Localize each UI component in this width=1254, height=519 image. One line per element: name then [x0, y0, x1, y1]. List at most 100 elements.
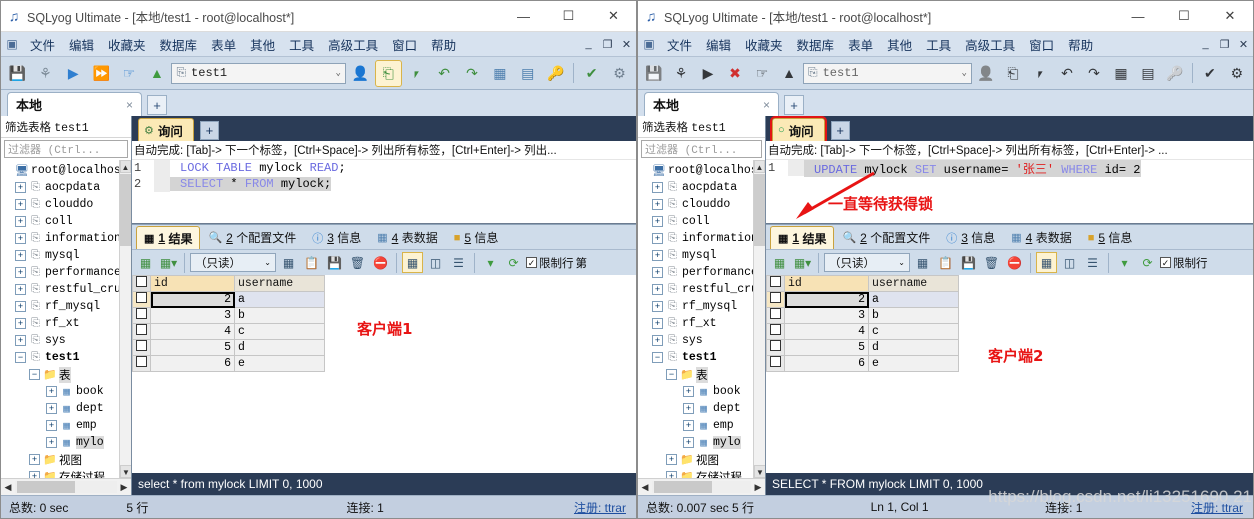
data-table[interactable]: id username 2 a 3 b 4 c 5 d 6 e	[132, 275, 325, 372]
expand-icon[interactable]: +	[683, 420, 694, 431]
expand-icon[interactable]: +	[652, 284, 663, 295]
cell-username[interactable]: e	[234, 355, 325, 372]
table-diagnostics-icon[interactable]: ▦	[486, 60, 513, 87]
menu-advanced-tools[interactable]: 高级工具	[321, 35, 385, 54]
collapse-icon[interactable]: −	[666, 369, 677, 380]
export-icon[interactable]: ▦	[135, 252, 156, 273]
cell-id[interactable]: 6	[150, 355, 235, 372]
expand-icon[interactable]: +	[15, 233, 26, 244]
scrollbar-thumb[interactable]	[120, 174, 131, 246]
row-checkbox[interactable]	[766, 291, 785, 308]
menu-database[interactable]: 数据库	[153, 35, 205, 54]
row-checkbox[interactable]	[766, 323, 785, 340]
filter-icon[interactable]: ▾	[1114, 252, 1135, 273]
connection-manager-icon[interactable]: 💾	[641, 60, 667, 87]
tree-node-db[interactable]: + ⎘ rf_xt	[1, 315, 131, 332]
table-row[interactable]: 4 c	[766, 323, 959, 340]
result-grid-left[interactable]: id username 2 a 3 b 4 c 5 d 6 e 客户端1	[132, 275, 636, 473]
tab-profile[interactable]: 🔍 2 个配置文件	[834, 226, 938, 249]
menu-window[interactable]: 窗口	[1022, 35, 1061, 54]
tree-node-db[interactable]: + ⎘ performance	[638, 264, 765, 281]
expand-icon[interactable]: +	[652, 335, 663, 346]
limit-rows-checkbox[interactable]: ✓ 限制行	[526, 255, 574, 271]
menu-edit[interactable]: 编辑	[699, 35, 738, 54]
menu-help[interactable]: 帮助	[424, 35, 463, 54]
menu-tools[interactable]: 工具	[282, 35, 321, 54]
sql-editor-left[interactable]: 自动完成: [Tab]-> 下一个标签，[Ctrl+Space]-> 列出所有标…	[132, 141, 636, 224]
sql-editor-right[interactable]: 自动完成: [Tab]-> 下一个标签，[Ctrl+Space]-> 列出所有标…	[766, 141, 1253, 224]
tree-node-folder-procedures[interactable]: + 📁 存储过程	[1, 468, 131, 478]
save-icon[interactable]: 💾	[324, 252, 345, 273]
execute-query-icon[interactable]: ▶	[60, 60, 87, 87]
scroll-down-icon[interactable]: ▼	[120, 465, 131, 478]
tab-message[interactable]: ■ 5 信息	[446, 226, 507, 249]
cancel-edit-icon[interactable]: ⛔	[1004, 252, 1025, 273]
scroll-left-icon[interactable]: ◀	[1, 482, 15, 493]
tree-vertical-scrollbar[interactable]: ▲ ▼	[753, 160, 765, 478]
insert-row-icon[interactable]: ▦	[278, 252, 299, 273]
cell-id[interactable]: 3	[150, 307, 235, 324]
expand-icon[interactable]: +	[46, 437, 57, 448]
column-header-username[interactable]: username	[234, 275, 325, 292]
backup-database-icon[interactable]: ↶	[431, 60, 458, 87]
tab-result[interactable]: ▦ 1 结果	[770, 226, 835, 249]
scrollbar-track[interactable]	[15, 481, 117, 493]
status-register-link[interactable]: 注册: ttrar	[1191, 499, 1253, 516]
tree-node-db[interactable]: + ⎘ mysql	[1, 247, 131, 264]
tree-node-db[interactable]: + ⎘ performance	[1, 264, 131, 281]
database-selector[interactable]: ⎘ test1 ⌄	[171, 62, 346, 84]
close-button[interactable]: ✕	[1207, 1, 1253, 32]
insert-row-icon[interactable]: ▦	[912, 252, 933, 273]
tree-node-db[interactable]: + ⎘ coll	[1, 213, 131, 230]
expand-icon[interactable]: +	[15, 318, 26, 329]
sync-data-icon[interactable]: ⚙	[1224, 60, 1250, 87]
scroll-down-icon[interactable]: ▼	[754, 465, 765, 478]
expand-icon[interactable]: +	[29, 454, 40, 465]
expand-icon[interactable]: +	[15, 199, 26, 210]
tree-node-db[interactable]: + ⎘ clouddo	[638, 196, 765, 213]
add-connection-button[interactable]: +	[784, 95, 804, 115]
form-view-icon[interactable]: ◫	[1059, 252, 1080, 273]
add-connection-button[interactable]: +	[147, 95, 167, 115]
sql-formatter-icon[interactable]: ✔	[1197, 60, 1223, 87]
tab-info[interactable]: ⓘ 3 信息	[304, 226, 369, 249]
status-register-link[interactable]: 注册: ttrar	[574, 499, 636, 516]
tree-vertical-scrollbar[interactable]: ▲ ▼	[119, 160, 131, 478]
tree-node-folder-tables[interactable]: − 📁 表	[638, 366, 765, 383]
expand-icon[interactable]: +	[15, 284, 26, 295]
menu-window[interactable]: 窗口	[385, 35, 424, 54]
text-view-icon[interactable]: ☰	[448, 252, 469, 273]
tree-node-folder-tables[interactable]: − 📁 表	[1, 366, 131, 383]
mdi-minimize-button[interactable]: _	[1196, 38, 1215, 51]
new-connection-icon[interactable]: ⚘	[668, 60, 694, 87]
limit-rows-checkbox[interactable]: ✓ 限制行	[1160, 255, 1208, 271]
grant-privileges-icon[interactable]: 🔑	[542, 60, 569, 87]
tree-horizontal-scrollbar[interactable]: ◀ ▶	[638, 478, 765, 495]
cell-id[interactable]: 3	[784, 307, 869, 324]
form-view-icon[interactable]: ◫	[425, 252, 446, 273]
refresh-object-browser-icon[interactable]: ▲	[776, 60, 802, 87]
execute-query-icon[interactable]: ▶	[695, 60, 721, 87]
tree-node-table[interactable]: + ▦ dept	[638, 400, 765, 417]
restore-database-icon[interactable]: ↷	[459, 60, 486, 87]
connection-manager-icon[interactable]: 💾	[4, 60, 31, 87]
column-header-id[interactable]: id	[150, 275, 235, 292]
cell-username[interactable]: e	[868, 355, 959, 372]
cell-username[interactable]: a	[868, 291, 959, 308]
expand-icon[interactable]: +	[683, 403, 694, 414]
menu-favorites[interactable]: 收藏夹	[738, 35, 790, 54]
tree-node-db[interactable]: + ⎘ aocpdata	[1, 179, 131, 196]
tree-node-root[interactable]: 🖥 root@localhost	[638, 162, 765, 179]
menu-advanced-tools[interactable]: 高级工具	[958, 35, 1022, 54]
row-checkbox[interactable]	[132, 323, 151, 340]
expand-icon[interactable]: +	[652, 301, 663, 312]
row-checkbox[interactable]	[132, 355, 151, 372]
mdi-restore-button[interactable]: ❐	[1215, 38, 1234, 51]
close-button[interactable]: ✕	[591, 1, 636, 32]
add-query-tab-button[interactable]: +	[830, 121, 850, 140]
scrollbar-thumb[interactable]	[754, 174, 765, 246]
duplicate-row-icon[interactable]: 📋	[301, 252, 322, 273]
expand-icon[interactable]: +	[46, 386, 57, 397]
expand-icon[interactable]: +	[15, 216, 26, 227]
tab-message[interactable]: ■ 5 信息	[1080, 226, 1141, 249]
